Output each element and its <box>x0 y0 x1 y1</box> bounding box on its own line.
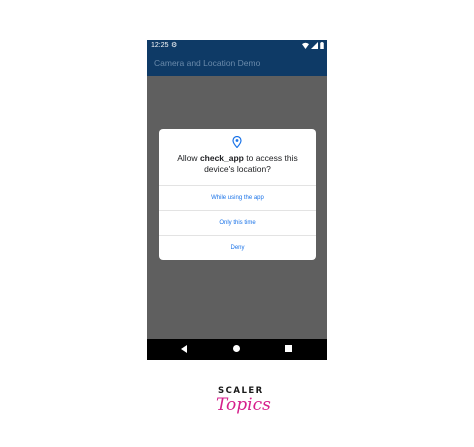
dialog-title: Allow check_app to access this device's … <box>167 153 308 175</box>
scaler-topics-logo: SCALER Topics <box>210 386 271 422</box>
location-pin-icon <box>232 136 242 148</box>
navigation-bar <box>147 339 327 360</box>
only-this-time-button[interactable]: Only this time <box>159 210 316 236</box>
signal-icon <box>311 42 318 49</box>
while-using-app-button[interactable]: While using the app <box>159 185 316 211</box>
wifi-icon <box>302 42 309 49</box>
home-icon[interactable] <box>233 345 240 352</box>
dialog-title-prefix: Allow <box>177 153 200 163</box>
status-icons <box>302 42 324 49</box>
phone-screen: 12:25 ⚙ Camera and Location Demo Allow c… <box>147 40 327 360</box>
brand-bottom-text: Topics <box>216 395 271 415</box>
status-bar: 12:25 ⚙ <box>147 40 327 51</box>
deny-button[interactable]: Deny <box>159 235 316 261</box>
status-time: 12:25 <box>151 42 169 49</box>
location-permission-dialog: Allow check_app to access this device's … <box>159 129 316 260</box>
dialog-app-name: check_app <box>199 153 244 163</box>
gear-icon: ⚙ <box>171 42 178 49</box>
recents-icon[interactable] <box>285 345 292 352</box>
back-icon[interactable] <box>181 345 187 353</box>
battery-icon <box>320 42 324 49</box>
app-title: Camera and Location Demo <box>154 58 261 68</box>
app-bar: Camera and Location Demo <box>147 51 327 76</box>
